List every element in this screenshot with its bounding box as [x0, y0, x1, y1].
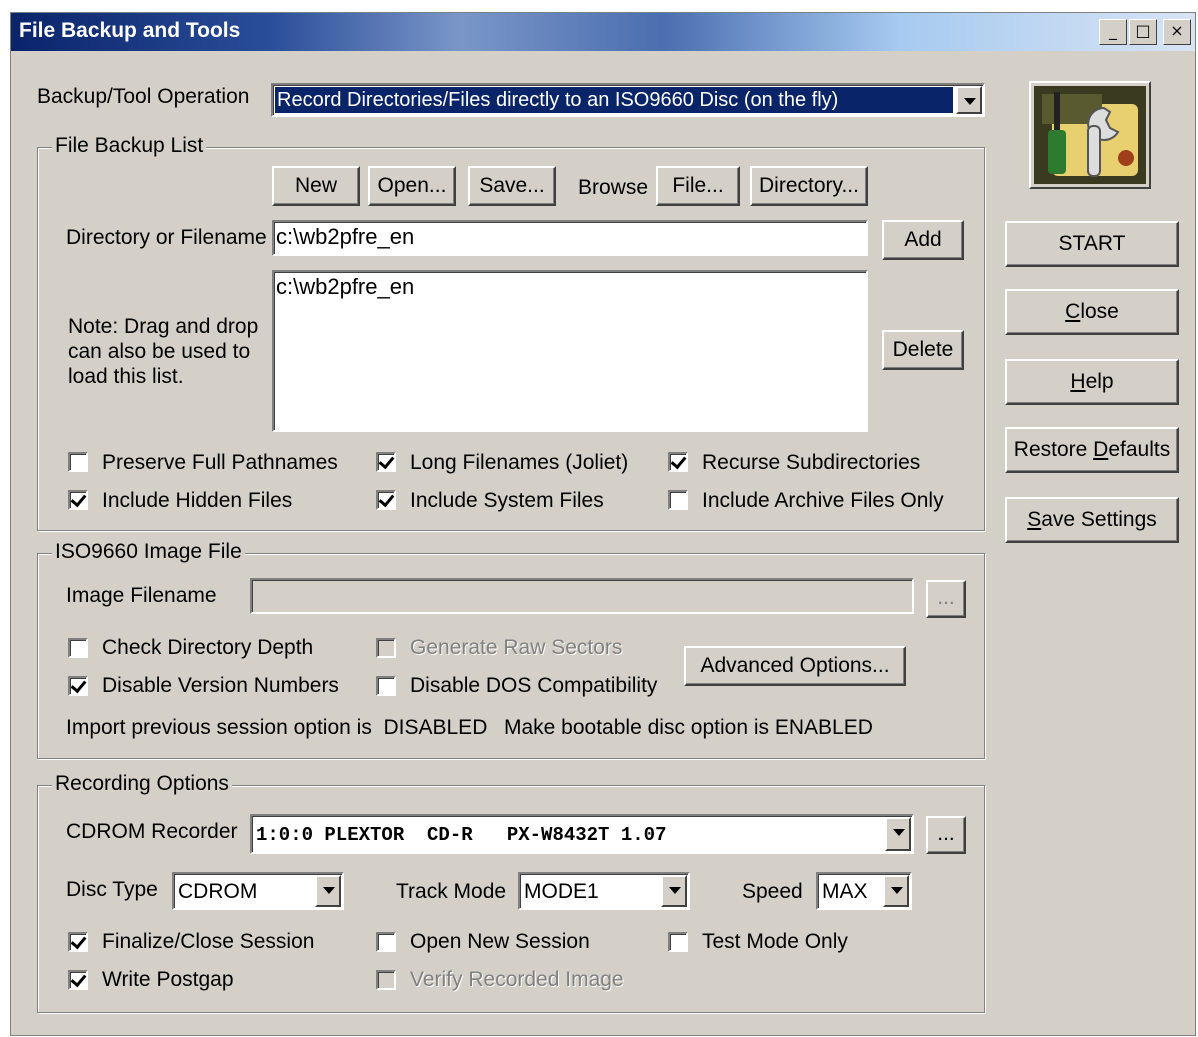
open-button[interactable]: Open...	[368, 166, 456, 206]
speed-value: MAX	[822, 880, 868, 903]
directory-or-filename-input[interactable]: c:\wb2pfre_en	[272, 220, 868, 256]
check-directory-depth-checkbox[interactable]	[68, 638, 88, 658]
image-filename-input[interactable]	[250, 578, 914, 614]
test-mode-checkbox[interactable]	[668, 932, 688, 952]
operation-dropdown[interactable]: Record Directories/Files directly to an …	[271, 83, 985, 117]
disc-type-label: Disc Type	[66, 878, 158, 901]
archive-only-label: Include Archive Files Only	[702, 489, 944, 512]
open-new-session-label: Open New Session	[410, 930, 590, 953]
restore-defaults-button[interactable]: Restore Defaults	[1005, 427, 1179, 473]
disable-dos-compatibility-checkbox[interactable]	[376, 676, 396, 696]
operation-value: Record Directories/Files directly to an …	[275, 87, 953, 113]
help-button[interactable]: Help	[1005, 359, 1179, 405]
disable-version-numbers-label: Disable Version Numbers	[102, 674, 339, 697]
file-backup-list-legend: File Backup List	[52, 134, 207, 158]
preserve-pathnames-checkbox[interactable]	[68, 452, 88, 472]
title-bar[interactable]: File Backup and Tools _ □ ×	[11, 13, 1195, 51]
iso9660-group: ISO9660 Image File Image Filename ... Ch…	[37, 540, 985, 759]
new-button[interactable]: New	[272, 166, 360, 206]
maximize-button[interactable]: □	[1129, 19, 1157, 45]
write-postgap-checkbox[interactable]	[68, 970, 88, 990]
file-backup-window: File Backup and Tools _ □ × Backup/Tool …	[10, 12, 1196, 1036]
preserve-pathnames-label: Preserve Full Pathnames	[102, 451, 338, 474]
finalize-session-label: Finalize/Close Session	[102, 930, 315, 953]
help-underline: H	[1070, 370, 1086, 393]
generate-raw-sectors-label: Generate Raw Sectors	[410, 636, 623, 659]
generate-raw-sectors-checkbox[interactable]	[376, 638, 396, 658]
track-mode-value: MODE1	[524, 880, 599, 903]
close-underline: C	[1065, 300, 1081, 323]
disc-type-value: CDROM	[178, 880, 258, 903]
recording-options-group: Recording Options CDROM Recorder 1:0:0 P…	[37, 772, 985, 1013]
close-window-button[interactable]: ×	[1163, 19, 1191, 45]
recurse-subdirectories-label: Recurse Subdirectories	[702, 451, 921, 474]
recurse-subdirectories-checkbox[interactable]	[668, 452, 688, 472]
long-filenames-checkbox[interactable]	[376, 452, 396, 472]
browse-file-button[interactable]: File...	[656, 166, 740, 206]
archive-only-checkbox[interactable]	[668, 490, 688, 510]
write-postgap-label: Write Postgap	[102, 968, 234, 991]
disable-dos-compatibility-label: Disable DOS Compatibility	[410, 674, 658, 697]
save-button[interactable]: Save...	[468, 166, 556, 206]
disc-type-dropdown[interactable]: CDROM	[172, 872, 344, 910]
help-label: elp	[1085, 370, 1114, 393]
save-underline: S	[1027, 508, 1042, 531]
tools-icon	[1034, 86, 1146, 184]
save-settings-label: ave Settings	[1041, 508, 1157, 531]
finalize-session-checkbox[interactable]	[68, 932, 88, 952]
image-filename-label: Image Filename	[66, 584, 217, 607]
speed-dropdown[interactable]: MAX	[816, 872, 912, 910]
chevron-down-icon[interactable]	[661, 875, 687, 907]
speed-label: Speed	[742, 880, 803, 903]
restore-label-pre: Restore	[1013, 438, 1094, 461]
include-hidden-label: Include Hidden Files	[102, 489, 293, 512]
include-hidden-checkbox[interactable]	[68, 490, 88, 510]
window-title: File Backup and Tools	[19, 19, 241, 42]
bootable-disc-status: Make bootable disc option is ENABLED	[504, 716, 873, 739]
operation-label: Backup/Tool Operation	[37, 85, 250, 108]
include-system-checkbox[interactable]	[376, 490, 396, 510]
cdrom-recorder-dropdown[interactable]: 1:0:0 PLEXTOR CD-R PX-W8432T 1.07	[250, 814, 914, 854]
list-item[interactable]: c:\wb2pfre_en	[276, 274, 864, 300]
check-directory-depth-label: Check Directory Depth	[102, 636, 314, 659]
track-mode-label: Track Mode	[396, 880, 507, 903]
file-backup-list-group: File Backup List New Open... Save... Bro…	[37, 134, 985, 531]
drag-drop-note: Note: Drag and drop can also be used to …	[68, 315, 259, 388]
cdrom-recorder-label: CDROM Recorder	[66, 820, 238, 843]
include-system-label: Include System Files	[410, 489, 604, 512]
import-session-status: Import previous session option is DISABL…	[66, 716, 488, 739]
recorder-browse-button[interactable]: ...	[926, 816, 966, 854]
verify-recorded-image-label: Verify Recorded Image	[410, 968, 624, 991]
minimize-button[interactable]: _	[1099, 19, 1127, 45]
backup-file-list[interactable]: c:\wb2pfre_en	[272, 270, 868, 432]
directory-or-filename-label: Directory or Filename	[66, 226, 267, 249]
delete-button[interactable]: Delete	[882, 330, 964, 370]
chevron-down-icon[interactable]	[883, 875, 909, 907]
chevron-down-icon[interactable]	[315, 875, 341, 907]
browse-label: Browse	[578, 176, 649, 199]
tools-icon-frame	[1029, 81, 1151, 189]
recording-options-legend: Recording Options	[52, 772, 232, 796]
chevron-down-icon[interactable]	[956, 86, 982, 114]
save-settings-button[interactable]: Save Settings	[1005, 497, 1179, 543]
cdrom-recorder-value: 1:0:0 PLEXTOR CD-R PX-W8432T 1.07	[256, 824, 667, 846]
close-label: lose	[1080, 300, 1119, 323]
add-button[interactable]: Add	[882, 220, 964, 260]
advanced-options-button[interactable]: Advanced Options...	[684, 646, 906, 686]
chevron-down-icon[interactable]	[885, 817, 911, 851]
image-browse-button[interactable]: ...	[926, 580, 966, 618]
restore-label: efaults	[1108, 438, 1171, 461]
browse-directory-button[interactable]: Directory...	[750, 166, 868, 206]
open-new-session-checkbox[interactable]	[376, 932, 396, 952]
close-button[interactable]: Close	[1005, 289, 1179, 335]
track-mode-dropdown[interactable]: MODE1	[518, 872, 690, 910]
verify-recorded-image-checkbox[interactable]	[376, 970, 396, 990]
long-filenames-label: Long Filenames (Joliet)	[410, 451, 629, 474]
restore-underline: D	[1093, 438, 1109, 461]
test-mode-label: Test Mode Only	[702, 930, 848, 953]
iso9660-legend: ISO9660 Image File	[52, 540, 245, 564]
start-button[interactable]: START	[1005, 221, 1179, 267]
disable-version-numbers-checkbox[interactable]	[68, 676, 88, 696]
